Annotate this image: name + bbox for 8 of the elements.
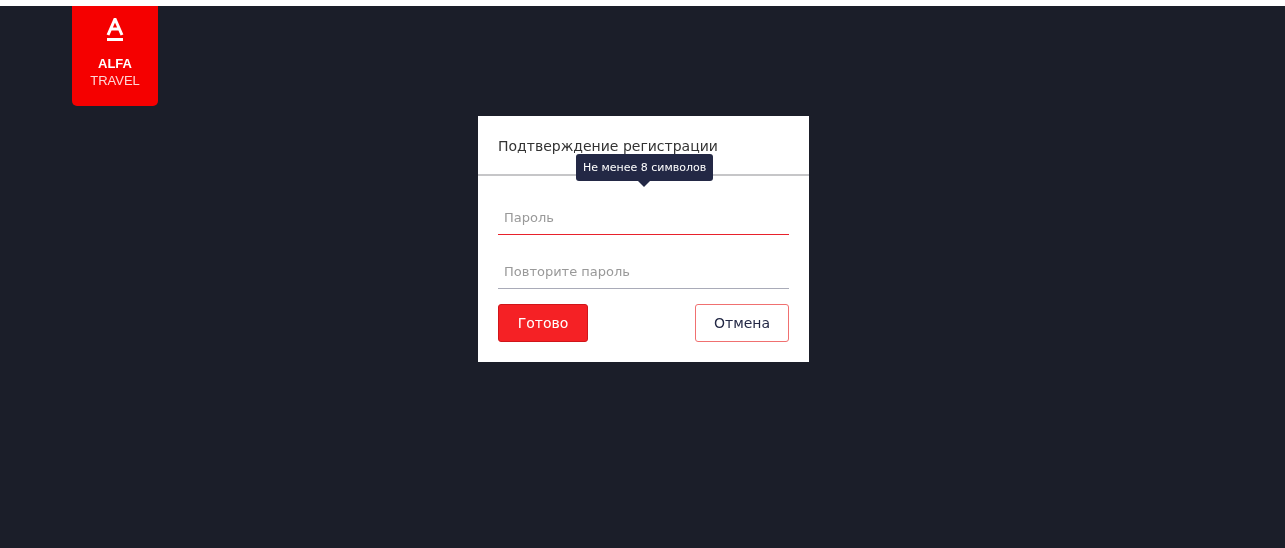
logo-badge[interactable]: ALFA TRAVEL (72, 6, 158, 106)
cancel-button[interactable]: Отмена (695, 304, 789, 342)
tooltip-pointer-icon (638, 181, 650, 187)
brand-subtitle: TRAVEL (90, 72, 140, 90)
done-button[interactable]: Готово (498, 304, 588, 342)
logo-icon (106, 18, 124, 42)
tooltip: Не менее 8 символов (576, 154, 714, 181)
brand-name: ALFA (98, 56, 132, 72)
